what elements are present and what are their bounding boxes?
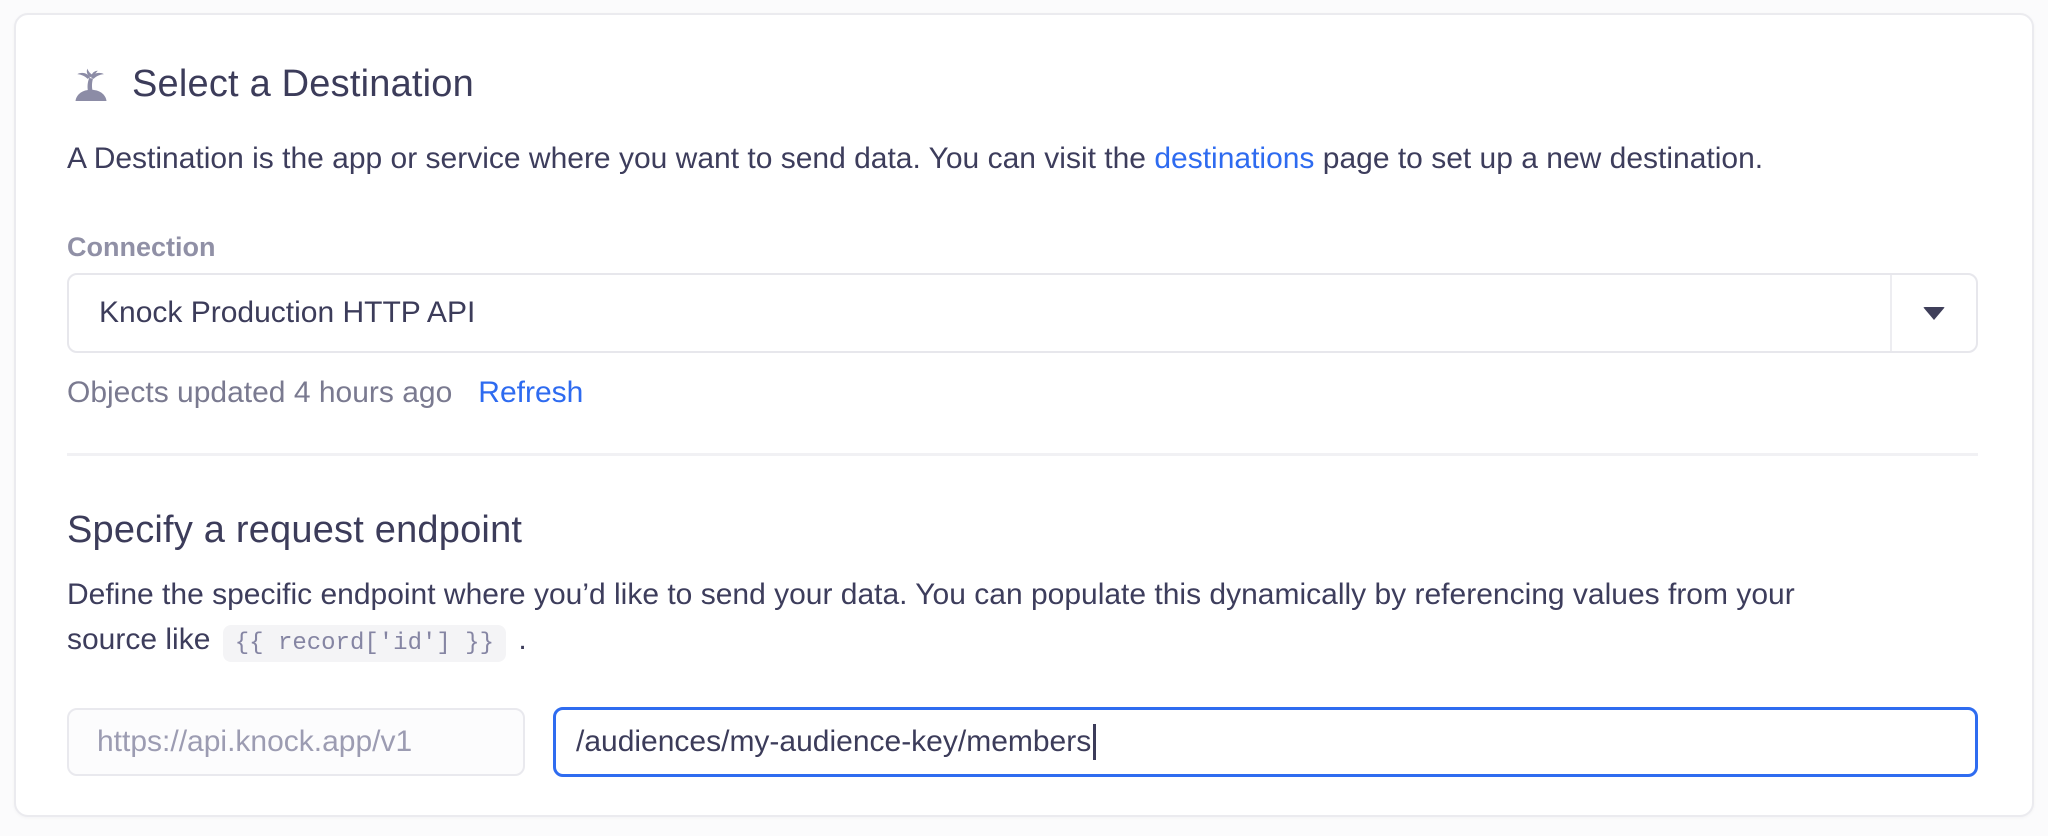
text-cursor: [1093, 724, 1097, 760]
endpoint-description-line2-after: .: [509, 623, 527, 656]
connection-label: Connection: [67, 232, 216, 262]
refresh-link[interactable]: Refresh: [478, 373, 583, 413]
destination-description: A Destination is the app or service wher…: [67, 136, 1978, 181]
description-text-after: page to set up a new destination.: [1314, 142, 1764, 175]
select-caret-section[interactable]: [1890, 275, 1976, 351]
chevron-down-icon: [1923, 306, 1945, 320]
endpoint-description: Define the specific endpoint where you’d…: [67, 572, 1978, 666]
description-text-before: A Destination is the app or service wher…: [67, 142, 1155, 175]
endpoint-input-value: /audiences/my-audience-key/members: [576, 725, 1092, 758]
section-header: Select a Destination: [67, 60, 1978, 108]
destinations-link[interactable]: destinations: [1154, 142, 1314, 175]
connection-select-value: Knock Production HTTP API: [99, 296, 476, 329]
connection-select[interactable]: Knock Production HTTP API: [67, 273, 1978, 353]
palm-island-icon: [67, 60, 115, 108]
endpoint-section-title: Specify a request endpoint: [67, 509, 523, 551]
endpoint-input[interactable]: /audiences/my-audience-key/members: [553, 707, 1978, 777]
page-title: Select a Destination: [132, 63, 474, 105]
endpoint-description-line1: Define the specific endpoint where you’d…: [67, 578, 1795, 611]
endpoint-input-row: https://api.knock.app/v1 /audiences/my-a…: [67, 707, 1978, 777]
objects-updated-status: Objects updated 4 hours ago: [67, 376, 453, 409]
record-id-code-chip: {{ record['id'] }}: [222, 625, 506, 662]
section-divider: [67, 453, 1978, 456]
page-background: Select a Destination A Destination is th…: [0, 0, 2048, 836]
connection-status-row: Objects updated 4 hours ago Refresh: [67, 373, 1978, 413]
base-url-prefix: https://api.knock.app/v1: [67, 708, 525, 776]
endpoint-description-line2: source like: [67, 623, 219, 656]
destination-card: Select a Destination A Destination is th…: [14, 13, 2034, 817]
